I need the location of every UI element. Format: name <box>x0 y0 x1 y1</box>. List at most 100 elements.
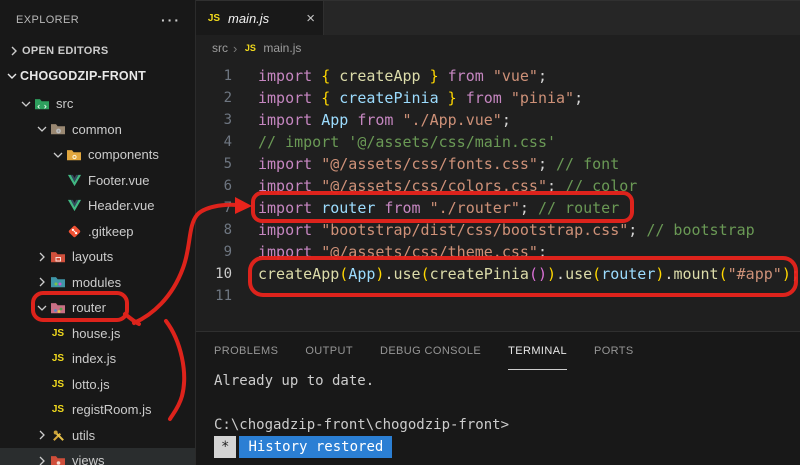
terminal-prompt-line: C:\chogadzip-front\chogodzip-front> <box>214 417 510 433</box>
line-content: import "@/assets/css/colors.css"; // col… <box>258 177 638 195</box>
line-content: import "@/assets/css/theme.css"; <box>258 243 547 261</box>
js-icon: JS <box>51 353 65 365</box>
project-root-item[interactable]: CHOGODZIP-FRONT <box>0 63 195 88</box>
panel-tab-output[interactable]: OUTPUT <box>305 345 353 370</box>
code-editor[interactable]: 1 import { createApp } from "vue"; 2 import… <box>196 61 800 331</box>
line-number: 11 <box>215 288 232 304</box>
chevron-down-icon <box>34 300 50 316</box>
tree-item-label: views <box>72 453 105 465</box>
chevron-down-icon <box>18 96 34 112</box>
tree-item-registroom-js[interactable]: JS registRoom.js <box>0 397 195 423</box>
code-line-10[interactable]: 10 createApp(App).use(createPinia()).use(… <box>196 263 800 285</box>
tree-item-src[interactable]: src <box>0 91 195 117</box>
line-content: import "bootstrap/dist/css/bootstrap.css… <box>258 221 755 239</box>
code-line-6[interactable]: 6 import "@/assets/css/colors.css"; // co… <box>196 175 800 197</box>
breadcrumb-separator-icon: › <box>233 40 238 56</box>
tree-item-label: .gitkeep <box>88 223 134 239</box>
tree-item-label: modules <box>72 274 122 290</box>
tree-item--gitkeep[interactable]: .gitkeep <box>0 219 195 245</box>
breadcrumb-folder[interactable]: src <box>212 41 228 55</box>
tree-item-components[interactable]: components <box>0 142 195 168</box>
tree-item-lotto-js[interactable]: JS lotto.js <box>0 372 195 398</box>
editor-tabbar: JS main.js × <box>196 0 800 35</box>
line-number: 1 <box>223 68 232 84</box>
line-content: import { createPinia } from "pinia"; <box>258 89 584 107</box>
code-line-1[interactable]: 1 import { createApp } from "vue"; <box>196 65 800 87</box>
code-line-9[interactable]: 9 import "@/assets/css/theme.css"; <box>196 241 800 263</box>
line-number: 9 <box>223 244 232 260</box>
code-line-5[interactable]: 5 import "@/assets/css/fonts.css"; // fon… <box>196 153 800 175</box>
open-editors-section[interactable]: OPEN EDITORS <box>0 38 195 63</box>
tab-label: main.js <box>228 10 270 26</box>
folder-modules-icon <box>50 274 66 290</box>
tree-item-label: components <box>88 147 159 163</box>
tree-item-common[interactable]: common <box>0 117 195 143</box>
vue-icon <box>66 172 82 188</box>
breadcrumb[interactable]: src › JS main.js <box>196 35 800 61</box>
line-number: 4 <box>223 134 232 150</box>
folder-router-icon <box>50 300 66 316</box>
chevron-down-icon <box>4 68 20 84</box>
panel-tab-terminal[interactable]: TERMINAL <box>508 345 567 370</box>
history-restored-badge: History restored <box>239 436 393 458</box>
tree-item-index-js[interactable]: JS index.js <box>0 346 195 372</box>
panel-tab-ports[interactable]: PORTS <box>594 345 634 370</box>
line-content: import { createApp } from "vue"; <box>258 67 547 85</box>
folder-layouts-icon <box>50 249 66 265</box>
terminal-output-line: Already up to date. <box>214 373 375 389</box>
line-number: 10 <box>215 266 232 282</box>
code-line-7[interactable]: 7 import router from "./router"; // route… <box>196 197 800 219</box>
tools-icon <box>50 427 66 443</box>
tree-item-label: router <box>72 300 106 316</box>
line-number: 5 <box>223 156 232 172</box>
close-tab-icon[interactable]: × <box>306 11 315 26</box>
folder-src-icon <box>34 96 50 112</box>
bottom-panel: PROBLEMS OUTPUT DEBUG CONSOLE TERMINAL PORTS… <box>196 331 800 465</box>
tree-item-label: lotto.js <box>72 376 110 392</box>
terminal[interactable]: Already up to date. C:\chogadzip-front\c… <box>196 370 800 458</box>
code-line-4[interactable]: 4 // import '@/assets/css/main.css' <box>196 131 800 153</box>
tree-item-label: index.js <box>72 351 117 367</box>
explorer-sidebar: EXPLORER ··· OPEN EDITORS CHOGODZIP-FRON… <box>0 0 196 465</box>
explorer-title: EXPLORER <box>16 14 80 26</box>
line-content: // import '@/assets/css/main.css' <box>258 133 557 151</box>
tree-item-label: house.js <box>72 325 121 341</box>
tree-item-views[interactable]: views <box>0 448 195 465</box>
tree-item-label: utils <box>72 427 96 443</box>
panel-tab-debug-console[interactable]: DEBUG CONSOLE <box>380 345 481 370</box>
project-root-label: CHOGODZIP-FRONT <box>20 68 146 83</box>
chevron-right-icon <box>34 274 50 290</box>
explorer-header: EXPLORER ··· <box>0 0 195 38</box>
terminal-status-line: * History restored <box>214 436 800 458</box>
chevron-right-icon <box>34 249 50 265</box>
js-icon: JS <box>51 378 65 390</box>
more-actions-icon[interactable]: ··· <box>161 12 181 28</box>
line-content: import router from "./router"; // router <box>258 199 620 217</box>
file-tree: src common components Footer.vue Header.vue.… <box>0 91 195 465</box>
tree-item-router[interactable]: router <box>0 295 195 321</box>
tree-item-label: registRoom.js <box>72 402 152 418</box>
tree-item-header-vue[interactable]: Header.vue <box>0 193 195 219</box>
line-content: createApp(App).use(createPinia()).use(ro… <box>258 265 800 283</box>
terminal-star-badge: * <box>214 436 237 458</box>
line-content: import App from "./App.vue"; <box>258 111 511 129</box>
code-line-2[interactable]: 2 import { createPinia } from "pinia"; <box>196 87 800 109</box>
panel-tab-problems[interactable]: PROBLEMS <box>214 345 278 370</box>
js-file-icon: JS <box>207 12 221 24</box>
code-line-3[interactable]: 3 import App from "./App.vue"; <box>196 109 800 131</box>
tree-item-layouts[interactable]: layouts <box>0 244 195 270</box>
js-icon: JS <box>51 404 65 416</box>
breadcrumb-file[interactable]: main.js <box>263 41 301 55</box>
tree-item-label: layouts <box>72 249 114 265</box>
chevron-right-icon <box>34 453 50 465</box>
vue-icon <box>66 198 82 214</box>
tree-item-footer-vue[interactable]: Footer.vue <box>0 168 195 194</box>
tree-item-modules[interactable]: modules <box>0 270 195 296</box>
tab-main-js[interactable]: JS main.js × <box>196 1 324 35</box>
tree-item-utils[interactable]: utils <box>0 423 195 449</box>
tree-item-house-js[interactable]: JS house.js <box>0 321 195 347</box>
line-number: 7 <box>223 200 232 216</box>
code-line-11[interactable]: 11 <box>196 285 800 307</box>
code-line-8[interactable]: 8 import "bootstrap/dist/css/bootstrap.cs… <box>196 219 800 241</box>
line-number: 6 <box>223 178 232 194</box>
